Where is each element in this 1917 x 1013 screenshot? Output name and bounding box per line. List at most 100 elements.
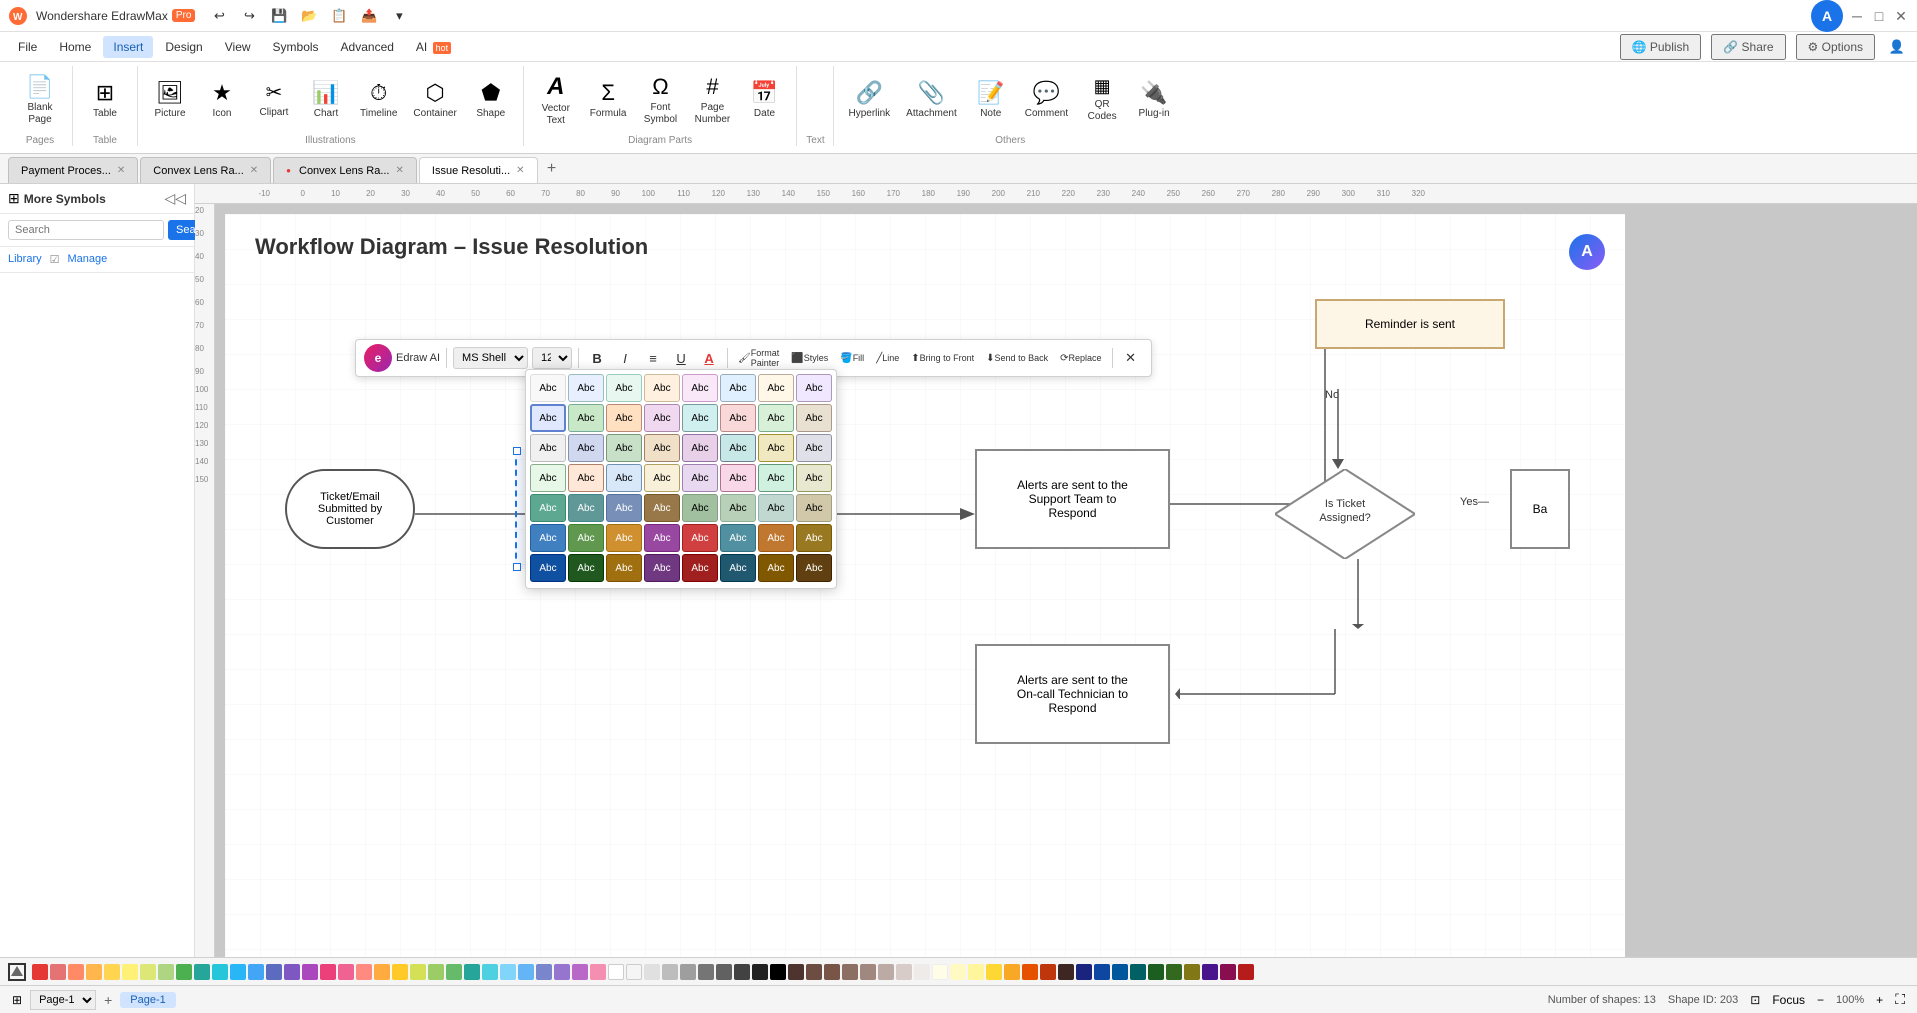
color-swatch[interactable] [446, 964, 462, 980]
tab-issue[interactable]: Issue Resoluti... ✕ [419, 157, 538, 183]
palette-cell[interactable]: Abc [758, 524, 794, 552]
palette-cell[interactable]: Abc [796, 374, 832, 402]
publish-button[interactable]: 🌐 Publish [1620, 34, 1702, 60]
color-swatch[interactable] [140, 964, 156, 980]
color-swatch[interactable] [302, 964, 318, 980]
note-button[interactable]: 📝 Note [967, 69, 1015, 131]
format-painter-button[interactable]: 🖌FormatPainter [734, 346, 783, 370]
palette-cell[interactable]: Abc [796, 554, 832, 582]
toolbar-close-button[interactable]: ✕ [1119, 346, 1143, 370]
font-size-select[interactable]: 12 [532, 347, 572, 369]
fit-page-button[interactable]: ⊡ [1750, 993, 1760, 1007]
menu-view[interactable]: View [215, 36, 261, 58]
palette-cell[interactable]: Abc [796, 464, 832, 492]
color-swatch[interactable] [284, 964, 300, 980]
color-swatch[interactable] [212, 964, 228, 980]
color-swatch[interactable] [104, 964, 120, 980]
color-picker-icon[interactable] [8, 963, 26, 981]
shape-button[interactable]: ⬟ Shape [467, 69, 515, 131]
color-swatch[interactable] [950, 964, 966, 980]
color-swatch[interactable] [1238, 964, 1254, 980]
search-input[interactable] [8, 220, 164, 240]
color-swatch[interactable] [932, 964, 948, 980]
palette-cell[interactable]: Abc [568, 434, 604, 462]
color-swatch[interactable] [572, 964, 588, 980]
color-swatch[interactable] [590, 964, 606, 980]
sidebar-library[interactable]: Library [8, 253, 42, 266]
color-swatch[interactable] [428, 964, 444, 980]
bold-button[interactable]: B [585, 346, 609, 370]
color-swatch[interactable] [464, 964, 480, 980]
palette-cell[interactable]: Abc [758, 434, 794, 462]
close-button[interactable]: ✕ [1893, 8, 1909, 24]
palette-cell[interactable]: Abc [568, 404, 604, 432]
icon-button[interactable]: ★ Icon [198, 69, 246, 131]
tab-add-button[interactable]: + [540, 157, 564, 181]
qr-codes-button[interactable]: ▦ QRCodes [1078, 69, 1126, 131]
color-swatch[interactable] [1040, 964, 1056, 980]
palette-cell[interactable]: Abc [682, 554, 718, 582]
menu-design[interactable]: Design [155, 36, 212, 58]
color-swatch[interactable] [1148, 964, 1164, 980]
palette-cell[interactable]: Abc [720, 434, 756, 462]
align-button[interactable]: ≡ [641, 346, 665, 370]
color-swatch[interactable] [1004, 964, 1020, 980]
color-swatch[interactable] [1058, 964, 1074, 980]
restore-button[interactable]: □ [1871, 8, 1887, 24]
color-swatch[interactable] [1220, 964, 1236, 980]
save-button[interactable]: 💾 [267, 4, 291, 28]
sidebar-manage[interactable]: Manage [68, 253, 108, 266]
redo-button[interactable]: ↪ [237, 4, 261, 28]
palette-cell[interactable]: Abc [720, 464, 756, 492]
color-swatch[interactable] [32, 964, 48, 980]
open-button[interactable]: 📂 [297, 4, 321, 28]
color-swatch[interactable] [320, 964, 336, 980]
color-swatch[interactable] [1022, 964, 1038, 980]
blank-page-button[interactable]: 📄 BlankPage [16, 69, 64, 131]
palette-cell[interactable]: Abc [682, 464, 718, 492]
palette-cell[interactable]: Abc [720, 404, 756, 432]
color-swatch[interactable] [1112, 964, 1128, 980]
line-button[interactable]: ╱Line [872, 346, 903, 370]
palette-cell[interactable]: Abc [644, 404, 680, 432]
palette-cell[interactable]: Abc [682, 434, 718, 462]
palette-cell[interactable]: Abc [606, 404, 642, 432]
bring-to-front-button[interactable]: ⬆Bring to Front [907, 346, 978, 370]
minimize-button[interactable]: ─ [1849, 8, 1865, 24]
color-swatch[interactable] [824, 964, 840, 980]
alerts2-shape[interactable]: Alerts are sent to theOn-call Technician… [975, 644, 1170, 744]
color-swatch[interactable] [230, 964, 246, 980]
color-swatch[interactable] [50, 964, 66, 980]
grid-view-button[interactable]: ⊞ [12, 993, 22, 1007]
container-button[interactable]: ⬡ Container [407, 69, 462, 131]
palette-cell[interactable]: Abc [758, 494, 794, 522]
color-swatch[interactable] [86, 964, 102, 980]
tab-issue-close[interactable]: ✕ [516, 165, 524, 176]
ai-canvas-button[interactable]: A [1569, 234, 1605, 270]
palette-cell[interactable]: Abc [530, 464, 566, 492]
palette-cell[interactable]: Abc [682, 494, 718, 522]
color-swatch[interactable] [662, 964, 678, 980]
color-swatch[interactable] [752, 964, 768, 980]
picture-button[interactable]: 🖼 Picture [146, 69, 194, 131]
color-swatch[interactable] [356, 964, 372, 980]
styles-button[interactable]: ⬛Styles [787, 346, 832, 370]
color-swatch[interactable] [536, 964, 552, 980]
color-swatch[interactable] [788, 964, 804, 980]
comment-button[interactable]: 💬 Comment [1019, 69, 1074, 131]
color-swatch[interactable] [1184, 964, 1200, 980]
palette-cell[interactable]: Abc [568, 554, 604, 582]
options-button[interactable]: ⚙ Options [1796, 34, 1875, 60]
palette-cell[interactable]: Abc [720, 374, 756, 402]
color-swatch[interactable] [158, 964, 174, 980]
palette-cell[interactable]: Abc [606, 464, 642, 492]
palette-cell[interactable]: Abc [796, 404, 832, 432]
palette-cell[interactable]: Abc [682, 374, 718, 402]
tab-payment[interactable]: Payment Proces... ✕ [8, 157, 138, 183]
reminder-shape[interactable]: Reminder is sent [1315, 299, 1505, 349]
color-swatch[interactable] [698, 964, 714, 980]
color-swatch[interactable] [248, 964, 264, 980]
table-button[interactable]: ⊞ Table [81, 69, 129, 131]
palette-cell[interactable]: Abc [606, 374, 642, 402]
menu-advanced[interactable]: Advanced [331, 36, 404, 58]
